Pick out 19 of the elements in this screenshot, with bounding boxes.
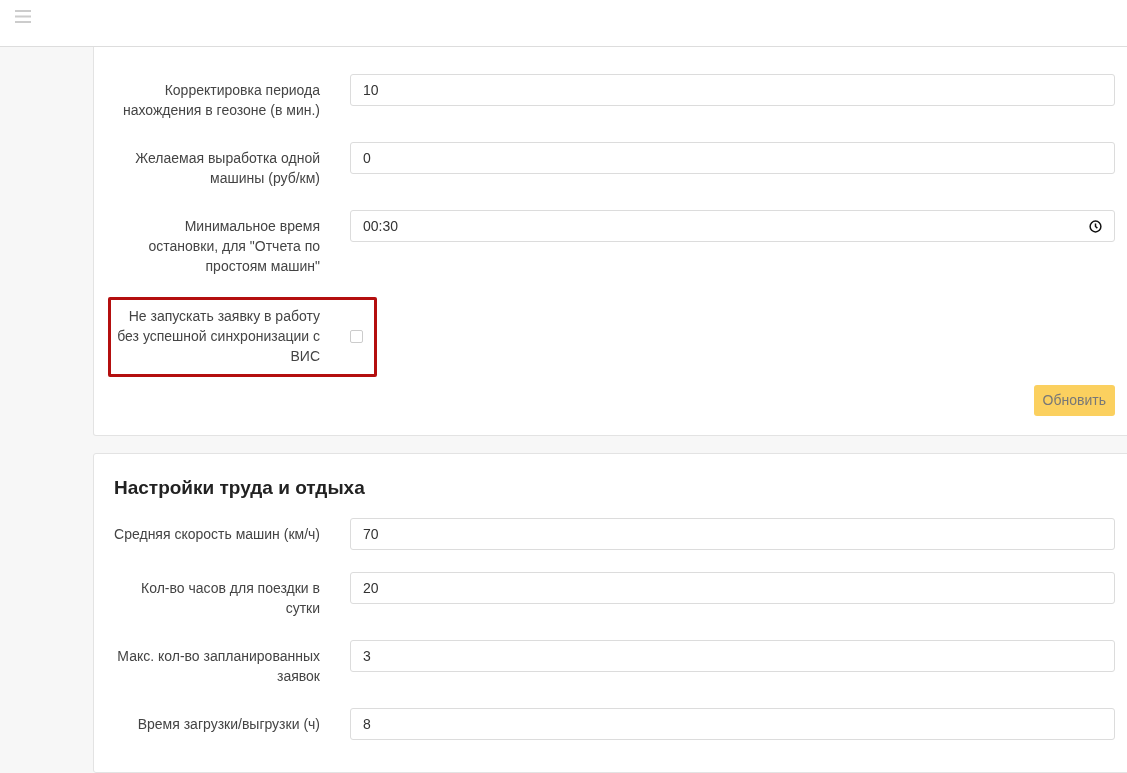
- input-field[interactable]: 10: [350, 74, 1115, 106]
- checkbox[interactable]: [350, 330, 363, 343]
- input-field[interactable]: 70: [350, 518, 1115, 550]
- field-label: Макс. кол-во запланированных заявок: [116, 647, 320, 686]
- input-field[interactable]: 3: [350, 640, 1115, 672]
- clock-icon[interactable]: [1089, 219, 1102, 233]
- field-label: Не запускать заявку в работу без успешной синхронизации с ВИС: [116, 307, 320, 366]
- section-title: Настройки труда и отдыха: [114, 476, 366, 500]
- field-label: Средняя скорость машин (км/ч): [114, 525, 320, 544]
- field-label: Кол-во часов для поездки в сутки: [140, 579, 320, 618]
- input-field[interactable]: 20: [350, 572, 1115, 604]
- input-field[interactable]: 8: [350, 708, 1115, 740]
- field-label: Корректировка периода нахождения в геозоне (в мин.): [121, 81, 320, 120]
- field-label: Минимальное время остановки, для "Отчета по простоям машин": [147, 217, 320, 276]
- field-label: Время загрузки/выгрузки (ч): [136, 715, 320, 734]
- field-label: Желаемая выработка одной машины (руб/км): [134, 149, 320, 188]
- input-field[interactable]: 00:30: [350, 210, 1115, 242]
- menu-icon[interactable]: [15, 10, 31, 23]
- input-field[interactable]: 0: [350, 142, 1115, 174]
